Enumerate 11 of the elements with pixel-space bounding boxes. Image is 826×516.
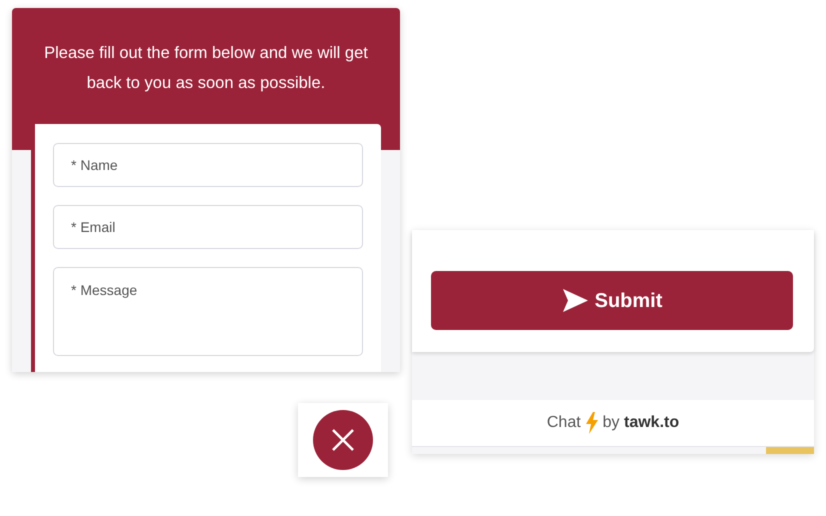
text-field[interactable]: * Name [53, 143, 363, 187]
send-icon [562, 288, 589, 313]
submit-button[interactable]: Submit [431, 271, 793, 330]
lightning-icon [584, 412, 599, 434]
tawk-link[interactable]: by tawk.to [602, 411, 680, 435]
close-icon [332, 429, 354, 451]
form-intro: Please fill out the form below and we will get back to you as soon as possible. [43, 43, 369, 94]
accent-strip [766, 447, 814, 454]
text-field[interactable]: * Email [53, 205, 363, 249]
message-field[interactable]: * Message [53, 267, 363, 356]
chat-label: Chat [546, 413, 581, 433]
